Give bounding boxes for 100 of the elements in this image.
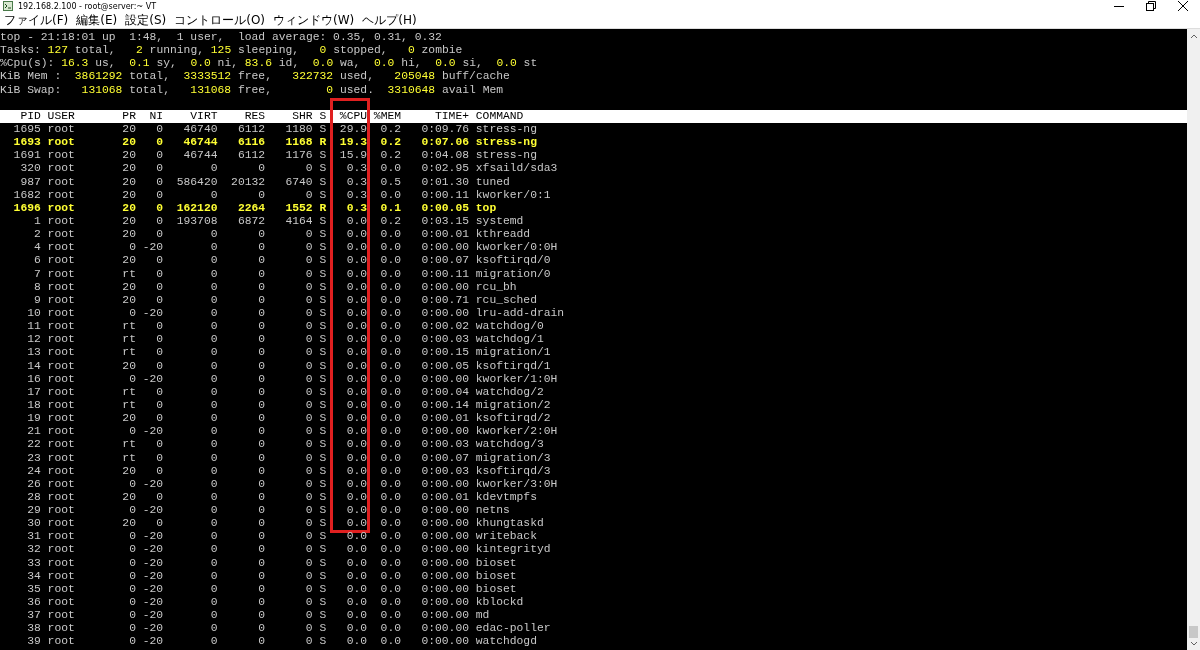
table-cell-text: 0 <box>155 280 164 294</box>
table-cell-text: 0 <box>304 280 313 294</box>
table-cell-text: 20 <box>121 136 136 150</box>
table-cell-text: 0 <box>209 241 218 255</box>
column-header: USER <box>47 109 76 123</box>
scroll-down-icon[interactable] <box>1189 641 1198 647</box>
table-cell-text: 0.0 <box>379 162 401 176</box>
menu-item[interactable]: ファイル(F) <box>4 12 69 28</box>
table-cell-text: 0.0 <box>379 596 401 610</box>
table-cell-text: 0 <box>155 320 164 334</box>
table-cell-text: 0 <box>304 464 313 478</box>
table-cell: R <box>319 201 327 215</box>
table-cell: S <box>319 175 327 189</box>
close-icon[interactable] <box>1178 1 1188 11</box>
table-cell-text: 0.1 <box>379 201 401 215</box>
table-cell-text: 19 <box>26 412 41 426</box>
table-cell-text: 0 <box>209 293 218 307</box>
table-cell-text: 987 <box>19 175 41 189</box>
table-cell-text: 0.0 <box>345 398 368 413</box>
table-cell-text: 20 <box>121 254 136 268</box>
table-cell-text: 20 <box>121 412 136 426</box>
table-cell-text: 20 <box>121 162 136 176</box>
table-cell: -20 <box>142 609 164 623</box>
table-cell-text: 0 <box>209 359 218 373</box>
table-cell: S <box>319 569 327 583</box>
table-cell-text: 0 <box>128 582 136 597</box>
table-cell-text: 0 <box>209 543 218 557</box>
table-cell-text: 0 <box>155 162 164 176</box>
table-cell-text: root <box>47 451 76 465</box>
menu-item[interactable]: ヘルプ(H) <box>362 12 417 28</box>
summary-line: %Cpu(s): 16.3 us, 0.1 sy, 0.0 ni, 83.6 id, 0.0 wa, 0.0 hi, 0.0 si, 0.0 st <box>0 57 539 71</box>
table-cell-text: 0 <box>257 188 266 202</box>
scroll-thumb[interactable] <box>1189 626 1198 638</box>
table-cell-text: 0 <box>209 451 218 465</box>
table-cell: S <box>319 530 327 544</box>
table-cell-text: 19.3 <box>338 136 368 150</box>
scrollbar[interactable] <box>1187 29 1200 650</box>
table-cell-text: 0 <box>128 609 136 623</box>
table-cell-text: migration/2 <box>475 398 552 413</box>
table-cell-text: root <box>47 569 76 583</box>
column-header: %CPU <box>338 109 368 123</box>
table-cell-text: 16 <box>26 372 41 386</box>
table-cell-text: 0 <box>257 306 266 321</box>
table-cell-text: 0 <box>155 346 164 360</box>
table-cell-text: 2 <box>32 228 41 242</box>
table-cell: -20 <box>142 477 164 491</box>
table-cell-text: 0 <box>257 438 266 452</box>
table-cell-text: 29 <box>26 504 41 518</box>
table-cell-text: rcu_sched <box>475 293 538 307</box>
table-cell-text: 17 <box>26 385 41 399</box>
table-cell: -20 <box>142 556 164 570</box>
table-cell-text: 0:00.14 <box>420 398 469 413</box>
table-cell-text: 0 <box>209 267 218 281</box>
table-cell-text: 0 <box>155 517 164 531</box>
column-header: %MEM <box>373 109 401 123</box>
table-cell: S <box>319 372 327 386</box>
table-cell-text: 0:00.01 <box>420 412 469 426</box>
table-cell-text: khungtaskd <box>475 517 545 531</box>
table-cell: S <box>319 267 327 281</box>
table-cell-text: 0.0 <box>345 451 368 465</box>
table-cell-text: 0 <box>209 517 218 531</box>
table-cell-text: 0 <box>257 517 266 531</box>
table-cell-text: 0.2 <box>379 136 401 150</box>
table-cell: S <box>319 228 327 242</box>
table-cell-text: 1180 <box>284 123 313 137</box>
table-cell-text: kworker/3:0H <box>475 477 559 491</box>
table-cell-text: rt <box>121 320 136 334</box>
menu-item[interactable]: 編集(E) <box>76 12 118 28</box>
table-cell-text: 0:00.07 <box>420 451 469 465</box>
summary-line: KiB Mem : 3861292 total, 3333512 free, 322732 used, 205048 buff/cache <box>0 70 511 84</box>
menu-item[interactable]: 設定(S) <box>125 12 167 28</box>
menu-item[interactable]: ウィンドウ(W) <box>273 12 355 28</box>
table-cell-text: 1552 <box>284 201 313 215</box>
table-cell-text: migration/3 <box>475 451 552 465</box>
table-cell-text: 6 <box>32 254 41 268</box>
table-cell-text: 0 <box>128 596 136 610</box>
table-cell-text: 0 <box>304 543 313 557</box>
table-cell-text: 0 <box>257 254 266 268</box>
table-cell-text: watchdog/0 <box>475 320 545 334</box>
table-cell-text: 0.0 <box>345 228 368 242</box>
table-cell-text: 0:00.00 <box>420 622 469 636</box>
table-cell-text: 37 <box>26 609 41 623</box>
table-cell-text: 0 <box>304 346 313 360</box>
scroll-up-icon[interactable] <box>1189 33 1198 39</box>
table-cell-text: 0:04.08 <box>420 149 469 163</box>
table-cell-text: 0.0 <box>379 320 401 334</box>
table-cell-text: 0.0 <box>379 530 401 544</box>
table-cell-text: 0 <box>257 280 266 294</box>
restore-icon[interactable] <box>1146 1 1156 11</box>
table-cell-text: 0.2 <box>379 123 401 137</box>
table-cell-text: 29.9 <box>338 123 368 137</box>
table-cell-text: 0 <box>304 504 313 518</box>
table-cell-text: 0:00.03 <box>420 464 469 478</box>
menu-item[interactable]: コントロール(O) <box>174 12 265 28</box>
table-cell-text: 0 <box>304 228 313 242</box>
table-cell-text: 0.0 <box>379 622 401 636</box>
table-cell: S <box>319 333 327 347</box>
table-cell: S <box>319 254 327 268</box>
table-cell-text: kworker/0:0H <box>475 241 559 255</box>
table-cell-text: ksoftirqd/3 <box>475 464 552 478</box>
